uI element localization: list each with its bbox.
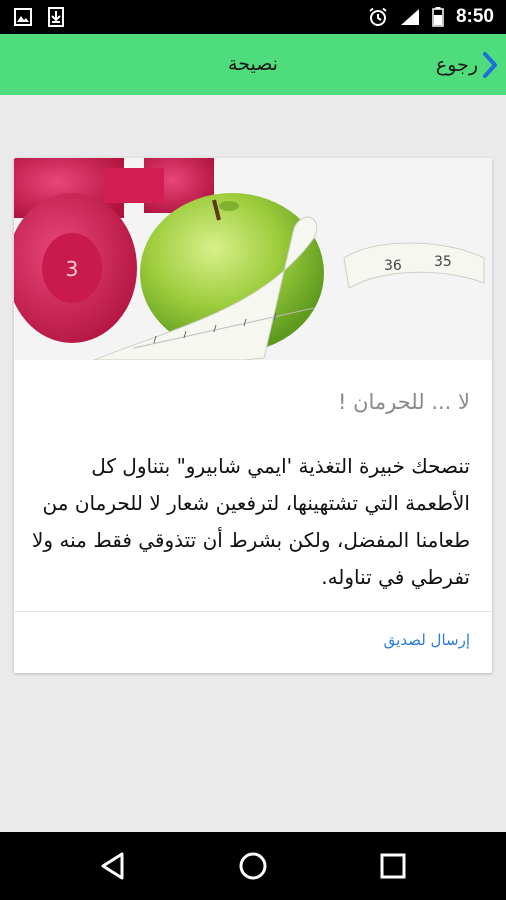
svg-text:35: 35: [434, 254, 452, 270]
notification-icons: [14, 7, 64, 27]
card-divider: [14, 611, 492, 612]
back-nav-icon[interactable]: [98, 851, 128, 881]
clock: 8:50: [455, 6, 494, 27]
system-status: 8:50: [368, 0, 494, 34]
svg-text:36: 36: [384, 258, 402, 274]
navigation-bar: [0, 832, 506, 900]
tip-body: تنصحك خبيرة التغذية 'ايمي شابيرو" بتناول…: [31, 454, 470, 589]
tip-card: 3 36 35 لا ... للحرمان ! تنصحك خبيرة الت…: [14, 158, 492, 673]
tip-heading: لا ... للحرمان !: [337, 390, 470, 414]
download-notification-icon: [48, 7, 64, 27]
signal-icon: [400, 9, 419, 25]
back-label: رجوع: [435, 54, 478, 76]
alarm-icon: [369, 7, 387, 26]
action-bar: نصيحة رجوع: [0, 34, 506, 95]
image-notification-icon: [14, 8, 32, 26]
status-bar: 8:50: [0, 0, 506, 34]
svg-text:3: 3: [66, 257, 79, 281]
page-title: نصيحة: [228, 53, 278, 75]
home-nav-icon[interactable]: [238, 851, 268, 881]
battery-icon: [432, 7, 444, 27]
send-to-friend-link[interactable]: إرسال لصديق: [384, 631, 470, 649]
recents-nav-icon[interactable]: [378, 851, 408, 881]
chevron-right-icon: [483, 52, 497, 78]
tip-image: 3 36 35: [14, 158, 492, 360]
back-button[interactable]: رجوع: [436, 48, 498, 82]
